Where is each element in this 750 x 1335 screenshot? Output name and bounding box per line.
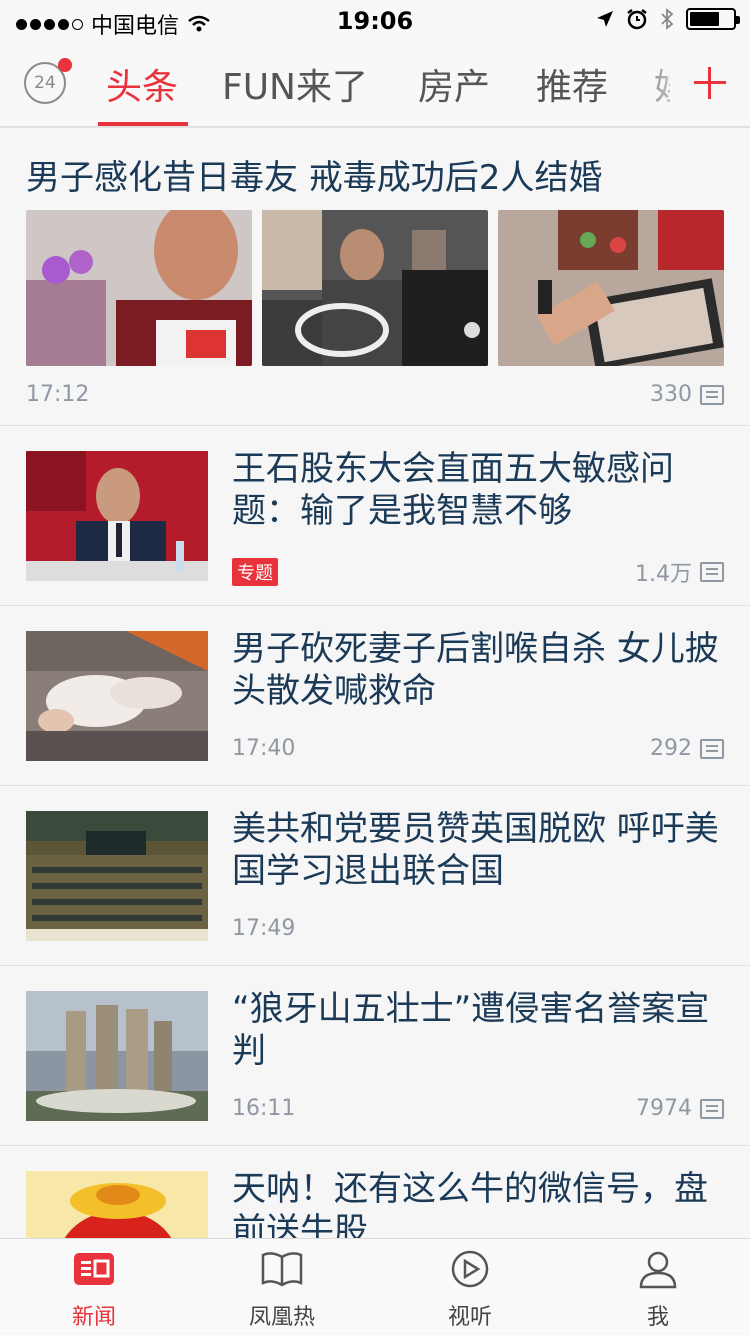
article-time: 17:12: [26, 382, 90, 407]
article-title: 美共和党要员赞英国脱欧 呼吁美国学习退出联合国: [232, 809, 719, 891]
article-title: 王石股东大会直面五大敏感问题：输了是我智慧不够: [232, 449, 674, 531]
article-item[interactable]: “狼牙山五壮士”遭侵害名誉案宣判 16:11 7974: [0, 966, 750, 1146]
article-thumbnail: [26, 1171, 208, 1238]
article-item[interactable]: 王石股东大会直面五大敏感问题：输了是我智慧不够 专题 1.4万: [0, 426, 750, 606]
article-item[interactable]: 男子砍死妻子后割喉自杀 女儿披头散发喊救命 17:40 292: [0, 606, 750, 786]
channel-tabs: 24 头条 FUN来了 房产 推荐 娱: [0, 40, 750, 128]
article-time: 17:49: [232, 916, 296, 941]
topic-badge: 专题: [232, 558, 278, 586]
comment-count[interactable]: 292: [650, 736, 724, 761]
book-icon: [261, 1252, 303, 1287]
news-feed: 男子感化昔日毒友 戒毒成功后2人结婚 17:12 330 王石股东大会直面五大敏…: [0, 130, 750, 1238]
user-icon: [639, 1251, 677, 1289]
nav-phoenix-hot[interactable]: 凤凰热: [188, 1239, 376, 1335]
location-icon: [597, 11, 613, 27]
news-icon: [74, 1253, 114, 1285]
active-tab-indicator: [98, 122, 188, 126]
comment-icon: [700, 738, 724, 759]
comment-count[interactable]: 1.4万: [635, 556, 724, 588]
article-title: 天呐！还有这么牛的微信号，盘前送牛股: [232, 1169, 708, 1238]
article-thumbnail: [26, 210, 252, 366]
comment-icon: [700, 1098, 724, 1119]
article-thumbnail: [26, 811, 208, 941]
article-thumbnail: [26, 631, 208, 761]
24h-news-icon[interactable]: 24: [24, 58, 72, 104]
comment-icon: [700, 562, 724, 582]
article-title: “狼牙山五壮士”遭侵害名誉案宣判: [232, 989, 710, 1071]
tab-real-estate[interactable]: 房产: [418, 58, 490, 110]
play-icon: [451, 1250, 489, 1288]
lead-article[interactable]: 男子感化昔日毒友 戒毒成功后2人结婚 17:12 330: [0, 130, 750, 426]
article-title: 男子砍死妻子后割喉自杀 女儿披头散发喊救命: [232, 629, 719, 711]
comment-count[interactable]: 7974: [636, 1096, 724, 1121]
nav-audio-video[interactable]: 视听: [376, 1239, 564, 1335]
thumbnail-row: [26, 210, 724, 366]
nav-me[interactable]: 我: [564, 1239, 750, 1335]
comment-icon: [700, 384, 724, 405]
comment-count[interactable]: 330: [650, 382, 724, 407]
bluetooth-icon: [661, 8, 674, 30]
notification-badge: [58, 58, 72, 72]
add-channel-button[interactable]: [670, 40, 750, 126]
status-right: [596, 8, 740, 30]
article-thumbnail: [262, 210, 488, 366]
article-time: 16:11: [232, 1096, 296, 1121]
article-title: 男子感化昔日毒友 戒毒成功后2人结婚: [26, 158, 603, 198]
nav-news[interactable]: 新闻: [0, 1239, 188, 1335]
tab-recommend[interactable]: 推荐: [536, 58, 608, 110]
alarm-icon: [627, 9, 647, 30]
bottom-nav: 新闻 凤凰热 视听 我: [0, 1238, 750, 1334]
status-bar: 中国电信 19:06: [0, 0, 750, 40]
article-thumbnail: [498, 210, 724, 366]
tab-headlines[interactable]: 头条: [106, 58, 178, 110]
article-time: 17:40: [232, 736, 296, 761]
article-thumbnail: [26, 451, 208, 581]
tab-fun[interactable]: FUN来了: [222, 58, 368, 110]
battery-icon: [686, 8, 740, 30]
article-item[interactable]: 天呐！还有这么牛的微信号，盘前送牛股: [0, 1146, 750, 1238]
article-item[interactable]: 美共和党要员赞英国脱欧 呼吁美国学习退出联合国 17:49: [0, 786, 750, 966]
article-thumbnail: [26, 991, 208, 1121]
